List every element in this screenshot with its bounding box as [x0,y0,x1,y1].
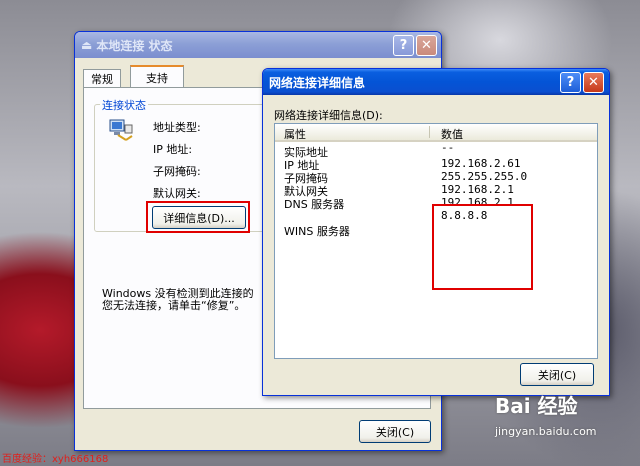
network-computer-icon [108,116,134,142]
list-item[interactable]: IP 地址 192.168.2.61 [284,157,594,172]
tab-support[interactable]: 支持 [130,65,184,89]
repair-notice: Windows 没有检测到此连接的 您无法连接，请单击“修复”。 [102,288,254,312]
details-help-button[interactable]: ? [560,72,581,93]
status-close-button[interactable]: 关闭(C) [359,420,431,443]
highlight-details-button [146,201,250,233]
details-close-window-button[interactable]: ✕ [583,72,604,93]
highlight-values [432,204,533,290]
status-dialog-title: 本地连接 状态 [96,38,173,53]
field-default-gateway: 默认网关: [153,187,201,200]
watermark-text: 百度经验：xyh666168 [2,454,109,465]
details-dialog: 网络连接详细信息 ? ✕ 网络连接详细信息(D): 属性 数值 实际地址 -- … [262,68,610,396]
status-dialog-titlebar[interactable]: ⏏ 本地连接 状态 ? ✕ [75,32,441,58]
details-list-label: 网络连接详细信息(D): [274,109,383,122]
column-header-property[interactable]: 属性 [284,126,306,142]
field-subnet-mask: 子网掩码: [153,165,201,178]
tab-general[interactable]: 常规 [83,69,121,88]
group-label: 连接状态 [100,97,148,113]
details-dialog-titlebar[interactable]: 网络连接详细信息 ? ✕ [263,69,609,95]
details-dialog-title: 网络连接详细信息 [269,75,366,90]
network-title-icon: ⏏ [81,38,93,52]
details-list[interactable]: 属性 数值 实际地址 -- IP 地址 192.168.2.61 子网掩码 25… [274,123,598,359]
close-window-button[interactable]: ✕ [416,35,437,56]
field-ip-address: IP 地址: [153,143,193,156]
column-header-value[interactable]: 数值 [441,126,463,142]
help-button[interactable]: ? [393,35,414,56]
baidu-jingyan-logo: Bai 经验 jingyan.baidu.com [495,394,597,438]
list-header: 属性 数值 [275,124,597,142]
details-close-button[interactable]: 关闭(C) [520,363,594,386]
list-item[interactable]: 默认网关 192.168.2.1 [284,183,594,198]
list-item[interactable]: 实际地址 -- [284,141,594,159]
list-item[interactable]: 子网掩码 255.255.255.0 [284,170,594,185]
field-address-type: 地址类型: [153,121,201,134]
